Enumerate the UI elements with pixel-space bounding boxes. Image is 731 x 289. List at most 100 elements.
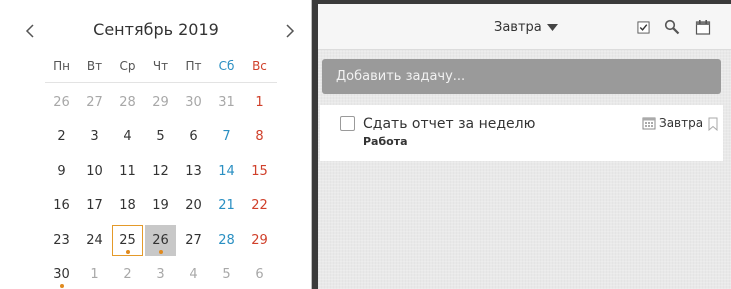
calendar-day[interactable]: 13 — [177, 154, 210, 189]
next-month-button[interactable] — [280, 18, 300, 44]
calendar-day[interactable]: 3 — [144, 258, 177, 289]
calendar-day[interactable]: 19 — [144, 189, 177, 224]
tasks-panel: Завтра Добавить задачу... Сдать отчет за… — [318, 4, 731, 289]
calendar-day[interactable]: 1 — [243, 85, 276, 120]
dropdown-arrow-icon — [546, 23, 558, 31]
calendar-day[interactable]: 21 — [210, 189, 243, 224]
calendar-day[interactable]: 7 — [210, 120, 243, 155]
calendar-day[interactable]: 20 — [177, 189, 210, 224]
calendar-day[interactable]: 25 — [111, 223, 144, 258]
calendar-day[interactable]: 3 — [78, 120, 111, 155]
calendar-day[interactable]: 24 — [78, 223, 111, 258]
calendar-day[interactable]: 12 — [144, 154, 177, 189]
calendar-day-number: 1 — [90, 267, 99, 283]
calendar-day[interactable]: 1 — [78, 258, 111, 289]
calendar-day[interactable]: 14 — [210, 154, 243, 189]
calendar-view-button[interactable] — [694, 18, 712, 36]
calendar-day-number: 14 — [218, 163, 235, 179]
calendar-day[interactable]: 6 — [243, 258, 276, 289]
calendar-day-number: 31 — [218, 94, 235, 110]
calendar-day-number: 30 — [185, 94, 202, 110]
task-project: Работа — [363, 135, 408, 148]
calendar-day-number: 30 — [53, 267, 70, 283]
calendar-day-number: 27 — [86, 94, 103, 110]
task-item[interactable]: Сдать отчет за неделю Работа Завтра — [320, 105, 723, 161]
calendar-day-number: 4 — [189, 267, 198, 283]
calendar-day[interactable]: 29 — [144, 85, 177, 120]
calendar-day-number: 28 — [218, 232, 235, 248]
calendar-day[interactable]: 2 — [45, 120, 78, 155]
weekday-label: Вт — [86, 59, 103, 73]
calendar-day-number: 25 — [119, 232, 136, 248]
calendar-day[interactable]: 5 — [144, 120, 177, 155]
bookmark-icon[interactable] — [708, 117, 718, 131]
calendar-day[interactable]: 29 — [243, 223, 276, 258]
task-indicator-dot — [59, 284, 64, 288]
calendar-day[interactable]: 4 — [111, 120, 144, 155]
calendar-week: 23 24 25 26 27 28 29 — [45, 223, 277, 258]
calendar-day[interactable]: 23 — [45, 223, 78, 258]
task-due-label: Завтра — [659, 116, 704, 130]
calendar-day-number: 24 — [86, 232, 103, 248]
search-button[interactable] — [663, 18, 681, 36]
weekday-label-saturday: Сб — [218, 59, 235, 73]
calendar-day-number: 27 — [185, 232, 202, 248]
calendar-day-number: 15 — [251, 163, 268, 179]
calendar-day-number: 6 — [255, 267, 264, 283]
calendar-day[interactable]: 30 — [177, 85, 210, 120]
calendar-day[interactable]: 22 — [243, 189, 276, 224]
calendar-day[interactable]: 16 — [45, 189, 78, 224]
calendar-day-number: 2 — [57, 129, 66, 145]
add-task-input[interactable]: Добавить задачу... — [322, 59, 721, 94]
calendar-day[interactable]: 31 — [210, 85, 243, 120]
task-indicator-dot — [125, 249, 130, 254]
calendar-day-number: 6 — [189, 129, 198, 145]
calendar-day[interactable]: 17 — [78, 189, 111, 224]
checkbox-icon — [636, 20, 650, 34]
checkbox-toggle-button[interactable] — [634, 18, 652, 36]
calendar-panel: Сентябрь 2019 Пн Вт Ср Чт Пт Сб Вс 26 27 2… — [0, 0, 312, 289]
calendar-day-number: 26 — [152, 232, 169, 248]
weekday-header: Пн Вт Ср Чт Пт Сб Вс — [45, 57, 277, 83]
calendar-day-number: 28 — [119, 94, 136, 110]
calendar-day-number: 3 — [90, 129, 99, 145]
calendar-day-number: 5 — [222, 267, 231, 283]
calendar-day[interactable]: 26 — [144, 223, 177, 258]
calendar-day[interactable]: 6 — [177, 120, 210, 155]
weekday-label: Пн — [53, 59, 70, 73]
calendar-day-number: 12 — [152, 163, 169, 179]
calendar-day[interactable]: 27 — [177, 223, 210, 258]
calendar-grid: 26 27 28 29 30 31 1 2 3 4 5 6 7 8 9 10 11 12 13 14 15 16 17 18 1… — [45, 85, 277, 289]
weekday-label-sunday: Вс — [252, 59, 267, 73]
filter-dropdown[interactable]: Завтра — [494, 20, 558, 35]
task-due-date[interactable]: Завтра — [642, 116, 703, 130]
task-checkbox[interactable] — [340, 116, 355, 131]
filter-label: Завтра — [494, 20, 542, 35]
calendar-day[interactable]: 2 — [111, 258, 144, 289]
calendar-day[interactable]: 10 — [78, 154, 111, 189]
task-title: Сдать отчет за неделю — [363, 116, 536, 132]
calendar-week: 9 10 11 12 13 14 15 — [45, 154, 277, 189]
calendar-day[interactable]: 4 — [177, 258, 210, 289]
calendar-day-number: 17 — [86, 198, 103, 214]
calendar-day-number: 7 — [222, 129, 231, 145]
calendar-day-number: 18 — [119, 198, 136, 214]
calendar-day[interactable]: 26 — [45, 85, 78, 120]
calendar-day-number: 11 — [119, 163, 136, 179]
calendar-day[interactable]: 27 — [78, 85, 111, 120]
calendar-day[interactable]: 5 — [210, 258, 243, 289]
calendar-day[interactable]: 9 — [45, 154, 78, 189]
calendar-day[interactable]: 15 — [243, 154, 276, 189]
month-title: Сентябрь 2019 — [93, 20, 219, 39]
chevron-right-icon — [286, 24, 295, 38]
calendar-day[interactable]: 30 — [45, 258, 78, 289]
calendar-day-number: 9 — [57, 163, 66, 179]
calendar-day[interactable]: 18 — [111, 189, 144, 224]
calendar-day-number: 2 — [123, 267, 132, 283]
calendar-day[interactable]: 28 — [210, 223, 243, 258]
calendar-day[interactable]: 8 — [243, 120, 276, 155]
calendar-day[interactable]: 11 — [111, 154, 144, 189]
calendar-day[interactable]: 28 — [111, 85, 144, 120]
calendar-day-number: 19 — [152, 198, 169, 214]
prev-month-button[interactable] — [20, 18, 40, 44]
